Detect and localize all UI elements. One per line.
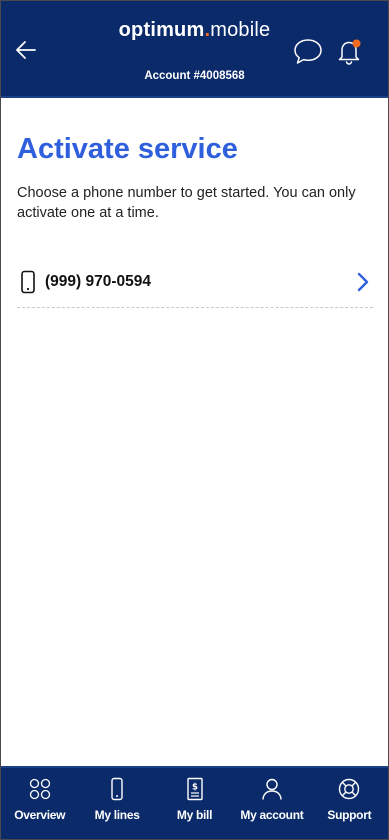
account-number: Account #4008568: [144, 70, 245, 82]
person-icon: [262, 778, 282, 800]
chevron-right-icon: [357, 272, 369, 291]
phone-icon: [111, 777, 123, 801]
tab-label-my-lines: My lines: [94, 808, 140, 822]
bill-icon: $: [186, 777, 203, 801]
tab-support[interactable]: Support: [311, 768, 388, 839]
tab-overview[interactable]: Overview: [1, 768, 78, 839]
app-frame: optimum.mobile Account #4008568 Activate…: [0, 0, 389, 840]
mobile-phone-icon: [21, 270, 35, 293]
activate-content: Activate service Choose a phone number t…: [17, 131, 373, 223]
svg-text:$: $: [192, 783, 198, 793]
overview-icon: [29, 778, 50, 800]
phone-line-item[interactable]: (999) 970-0594: [17, 256, 373, 308]
tab-my-lines[interactable]: My lines: [78, 768, 155, 839]
bottom-tab-bar: Overview My lines $ My bill My account S…: [1, 766, 388, 839]
notification-badge: [352, 39, 361, 48]
tab-label-my-account: My account: [240, 808, 304, 822]
lifebuoy-icon: [339, 778, 360, 800]
bell-icon: [338, 39, 361, 65]
tab-label-overview: Overview: [14, 808, 66, 822]
app-header: optimum.mobile Account #4008568: [1, 1, 388, 96]
notifications-button[interactable]: [334, 35, 364, 67]
tab-label-my-bill: My bill: [176, 808, 213, 822]
tab-my-account[interactable]: My account: [233, 768, 310, 839]
page-title: Activate service: [17, 133, 238, 165]
optimum-mobile-logo: optimum.mobile: [118, 19, 271, 41]
phone-number: (999) 970-0594: [45, 272, 151, 290]
header-divider: [1, 96, 388, 98]
tab-label-support: Support: [327, 808, 372, 822]
chat-bubble-icon: [294, 39, 322, 64]
chat-button[interactable]: [291, 35, 325, 67]
instructions-text: Choose a phone number to get started. Yo…: [17, 185, 356, 221]
tab-my-bill[interactable]: $ My bill: [156, 768, 233, 839]
